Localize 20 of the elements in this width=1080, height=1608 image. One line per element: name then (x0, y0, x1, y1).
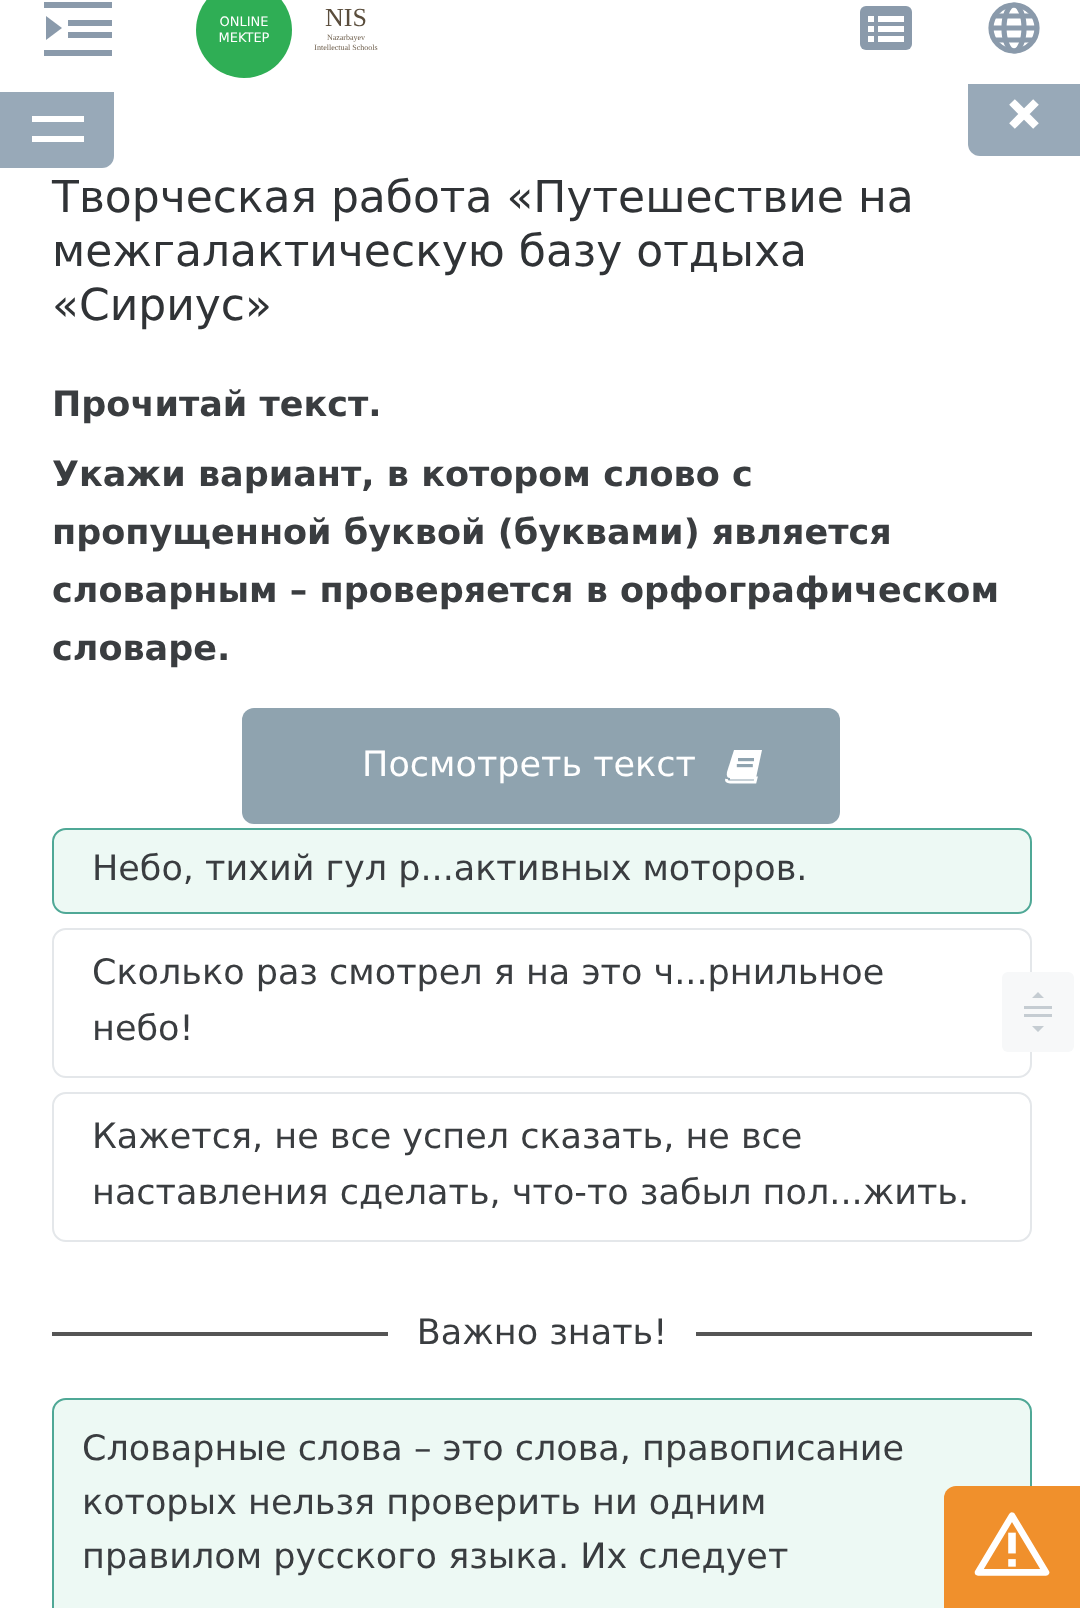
close-icon (1006, 96, 1042, 132)
list-icon[interactable] (860, 6, 912, 50)
warning-icon (974, 1510, 1050, 1578)
instruction-text: Прочитай текст. (52, 384, 384, 430)
answer-option[interactable]: Сколько раз смотрел я на это ч...рнильное небо! (52, 928, 1032, 1078)
globe-icon[interactable] (988, 2, 1040, 54)
menu-button[interactable] (0, 92, 114, 168)
book-icon (723, 748, 764, 784)
menu-icon[interactable] (44, 2, 112, 58)
answer-option[interactable]: Небо, тихий гул р...активных моторов. (52, 828, 1032, 914)
logo-text: NIS (325, 4, 367, 32)
info-card: Словарные слова – это слова, правописание которых нельзя проверить ни одним правилом русского языка. Их следует (52, 1398, 1032, 1608)
drag-handle-icon[interactable] (1002, 972, 1074, 1052)
answer-option[interactable]: Кажется, не все успел сказать, не все наставления сделать, что-то забыл пол...жить. (52, 1092, 1032, 1242)
menu-icon (31, 116, 83, 144)
instruction-text: Укажи вариант, в котором слово с пропущенной буквой (буквами) является словарным – проверяется в орфографическом словаре. (52, 454, 1002, 674)
close-button[interactable] (968, 84, 1080, 156)
warning-button[interactable] (944, 1486, 1080, 1608)
task-title: Творческая работа «Путешествие на межгалактическую базу отдыха «Сириус» (52, 172, 916, 334)
section-heading: Важно знать! (416, 1314, 668, 1354)
